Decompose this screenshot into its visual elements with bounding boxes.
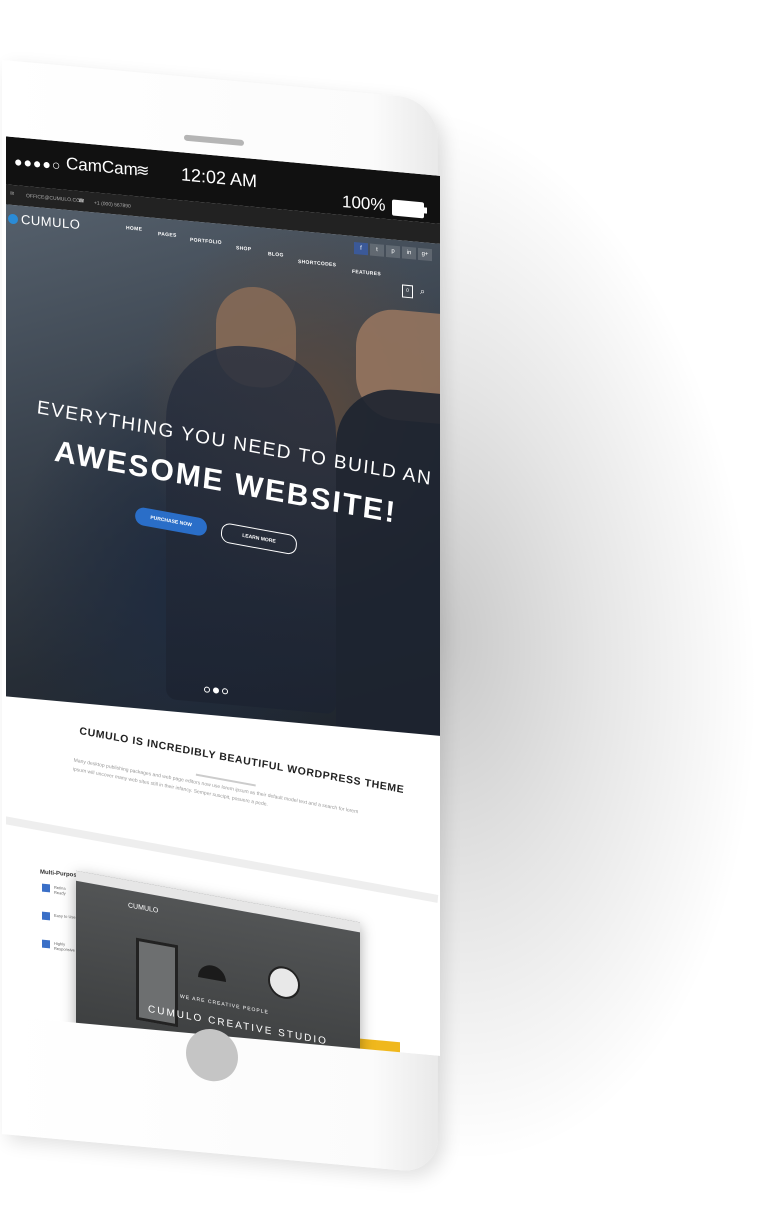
- hero-person2-body: [336, 384, 440, 784]
- googleplus-icon[interactable]: g+: [418, 247, 432, 262]
- nav-shortcodes[interactable]: SHORTCODES: [298, 259, 336, 268]
- topbar-phone[interactable]: +1 (000) 567890: [94, 200, 131, 209]
- hero-section: CUMULO HOME PAGES PORTFOLIO SHOP BLOG SH…: [6, 204, 440, 784]
- linkedin-icon[interactable]: in: [402, 246, 416, 260]
- nav-shop[interactable]: SHOP: [236, 245, 251, 252]
- nav-home[interactable]: HOME: [126, 225, 142, 232]
- battery-icon: [392, 199, 424, 219]
- features-title: Multi-Purpose: [40, 869, 80, 880]
- clock-icon: [268, 963, 300, 1002]
- battery-percent: 100%: [342, 191, 386, 215]
- slider-dot[interactable]: [204, 686, 210, 693]
- pinterest-icon[interactable]: p: [386, 244, 400, 259]
- nav-pages[interactable]: PAGES: [158, 231, 177, 239]
- portfolio-tile-clock[interactable]: [360, 1038, 400, 1056]
- clock: 12:02 AM: [181, 164, 258, 192]
- section-text: Many desktop publishing packages and web…: [72, 757, 359, 816]
- feature-icon: [42, 883, 50, 893]
- lamp-icon: [198, 962, 226, 983]
- phone-mockup: ●●●●○ CamCam ≋ 12:02 AM 100% ✉ OFFICE@CU…: [0, 0, 768, 1186]
- wifi-icon: ≋: [136, 162, 150, 181]
- speaker-slot: [184, 134, 244, 147]
- feature-icon: [42, 911, 50, 921]
- feature-label: Retina Ready: [54, 884, 66, 896]
- phone-icon: ☎: [78, 197, 85, 205]
- signal-icon: ●●●●○: [14, 153, 62, 174]
- topbar-email[interactable]: OFFICE@CUMULO.COM: [26, 193, 84, 204]
- nav-blog[interactable]: BLOG: [268, 251, 284, 258]
- cart-icon[interactable]: 0: [402, 284, 413, 299]
- features-list: Multi-Purpose Retina Ready Easy to Use H…: [40, 869, 80, 1013]
- slider-dot[interactable]: [222, 688, 228, 695]
- nav-features[interactable]: FEATURES: [352, 269, 381, 278]
- mail-icon: ✉: [10, 190, 15, 198]
- search-icon[interactable]: ⌕: [420, 286, 425, 297]
- feature-icon: [42, 939, 50, 949]
- nav-portfolio[interactable]: PORTFOLIO: [190, 237, 222, 246]
- phone-screen: ●●●●○ CamCam ≋ 12:02 AM 100% ✉ OFFICE@CU…: [6, 136, 440, 1056]
- preview-logo: CUMULO: [128, 902, 159, 915]
- facebook-icon[interactable]: f: [354, 242, 368, 256]
- feature-label: Highly Responsive: [54, 940, 75, 953]
- carrier-label: CamCam: [66, 153, 138, 180]
- slider-dot-active[interactable]: [213, 687, 219, 694]
- feature-label: Easy to Use: [54, 912, 76, 920]
- twitter-icon[interactable]: t: [370, 243, 384, 257]
- phone-body: ●●●●○ CamCam ≋ 12:02 AM 100% ✉ OFFICE@CU…: [2, 60, 440, 1174]
- section-title: CUMULO IS INCREDIBLY BEAUTIFUL WORDPRESS…: [78, 725, 405, 797]
